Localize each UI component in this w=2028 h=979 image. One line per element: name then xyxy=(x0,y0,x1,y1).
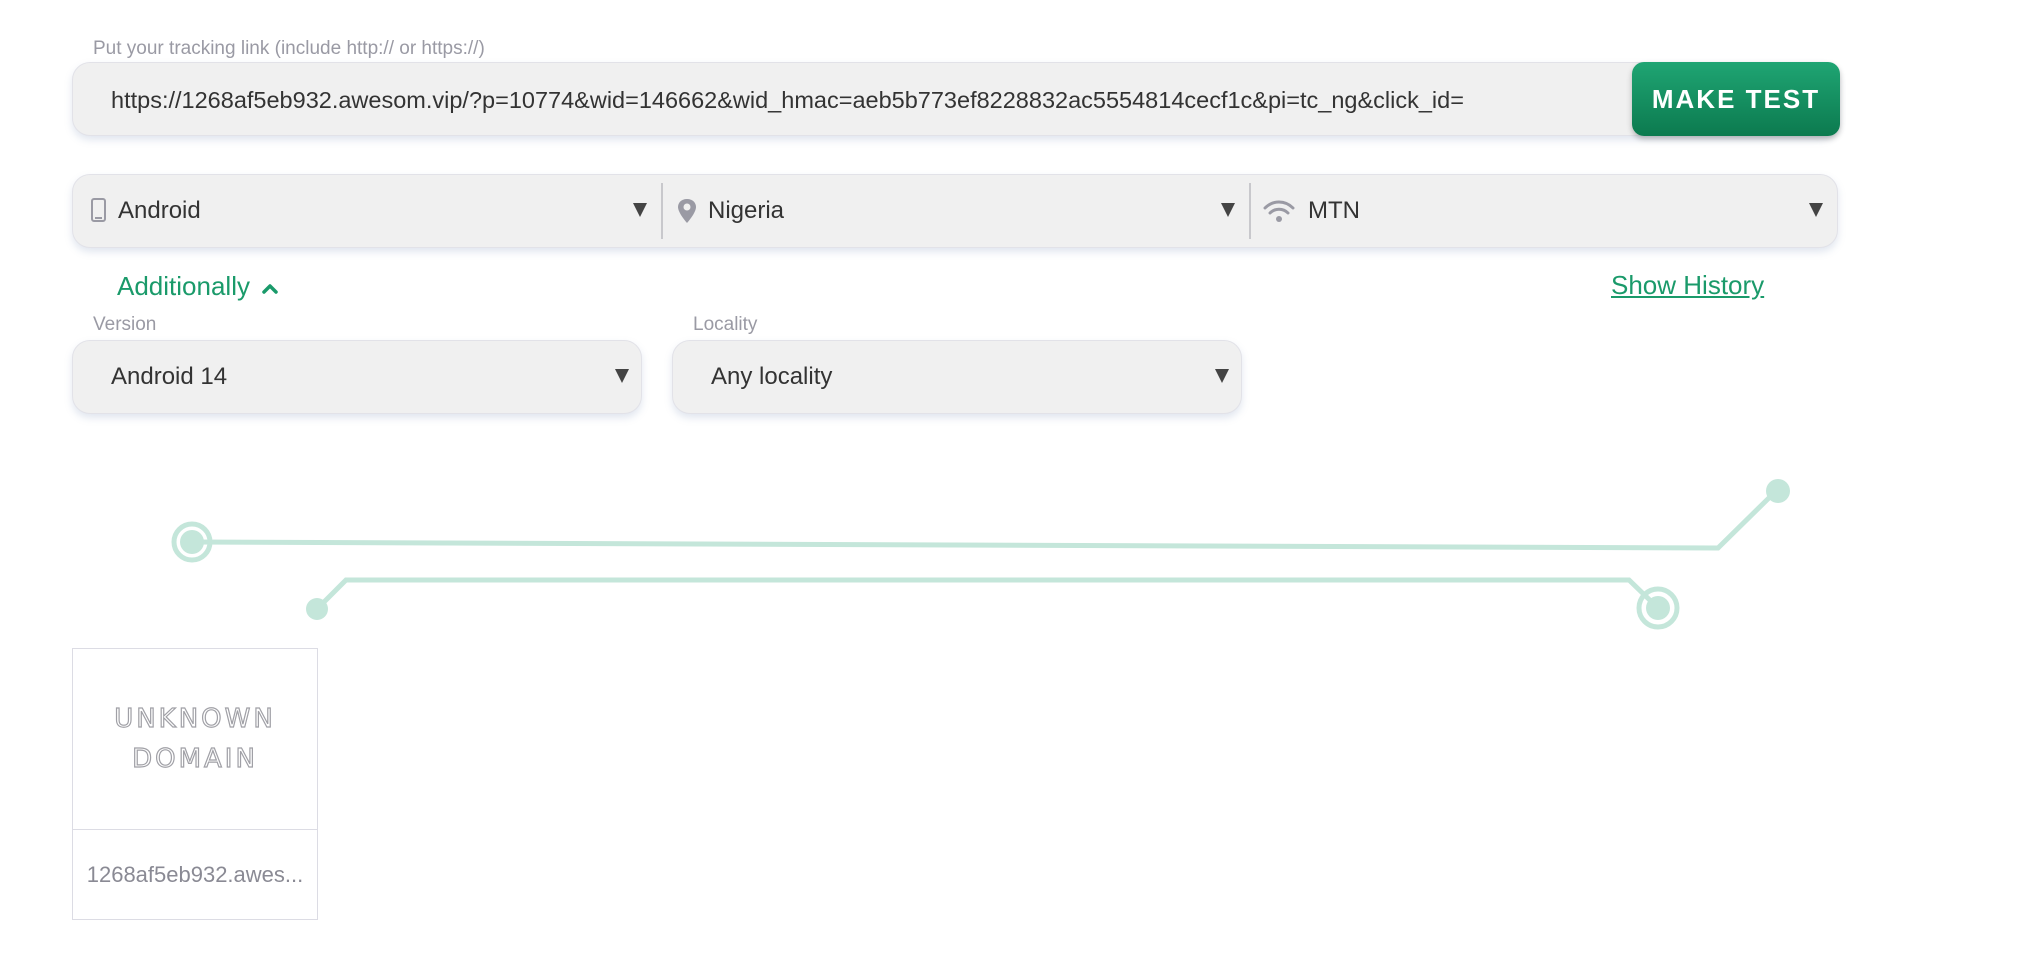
logo-line-2: DOMAIN xyxy=(131,743,258,774)
redirect-line-upper xyxy=(191,489,1778,551)
path-end-node-core xyxy=(1646,596,1670,620)
redirect-line-lower xyxy=(315,577,1660,611)
card-domain: 1268af5eb932.awes... xyxy=(86,862,304,887)
unknown-domain-logo: UNKNOWN DOMAIN xyxy=(73,649,317,830)
path-dot xyxy=(1766,479,1790,503)
redirect-step-card[interactable]: UNKNOWN DOMAIN 1268af5eb932.awes... xyxy=(72,648,318,920)
logo-line-1: UNKNOWN xyxy=(114,703,276,734)
path-dot xyxy=(306,598,328,620)
path-start-node-core xyxy=(180,530,204,554)
